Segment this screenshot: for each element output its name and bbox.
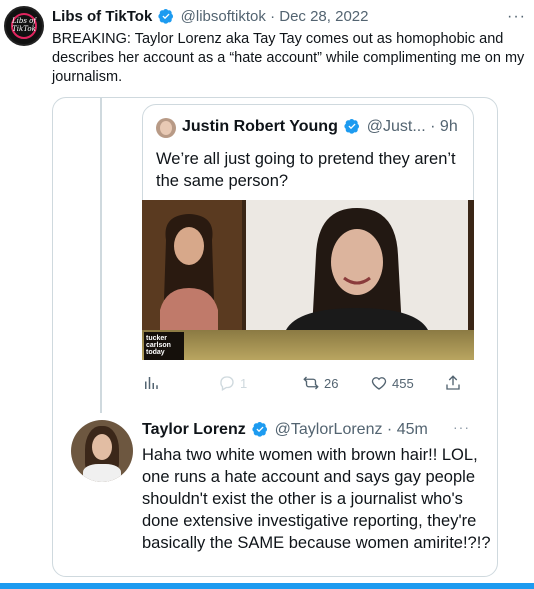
reply-time[interactable]: 45m: [397, 421, 428, 438]
reply-more-options-icon[interactable]: ···: [453, 419, 470, 435]
avatar[interactable]: Libs of TikTok: [4, 6, 44, 46]
author-handle[interactable]: @libsoftiktok: [181, 8, 266, 25]
retweet-button[interactable]: 26: [302, 374, 338, 392]
analytics-icon: [145, 377, 158, 389]
heart-icon: [371, 377, 387, 390]
verified-badge-icon: [344, 119, 360, 134]
author-name[interactable]: Libs of TikTok: [52, 8, 152, 25]
reply-header: Taylor Lorenz @TaylorLorenz · 45m: [142, 421, 428, 439]
verified-badge-icon: [158, 9, 174, 24]
tweet-header: Libs of TikTok @libsoftiktok · Dec 28, 2…: [52, 8, 534, 28]
reply-author-handle[interactable]: @TaylorLorenz: [275, 421, 383, 438]
media-logo: tucker carlson today: [144, 332, 184, 360]
quoted-avatar-face: [160, 121, 172, 135]
retweet-icon: [303, 376, 319, 390]
quoted-avatar[interactable]: [156, 118, 176, 138]
tweet-text: BREAKING: Taylor Lorenz aka Tay Tay come…: [52, 31, 525, 85]
media-bottom-strip: [142, 330, 474, 360]
media-screen: [246, 200, 468, 330]
reply-text: Haha two white women with brown hair!! L…: [142, 446, 491, 552]
more-options-icon[interactable]: ···: [507, 8, 526, 26]
media-person-left: [160, 214, 218, 340]
avatar-logo-text: Libs of TikTok: [12, 17, 36, 33]
quoted-author-name[interactable]: Justin Robert Young: [182, 118, 338, 135]
reply-author-name[interactable]: Taylor Lorenz: [142, 421, 246, 438]
reply-button[interactable]: 1: [218, 374, 247, 392]
reply-avatar[interactable]: [71, 420, 133, 482]
quoted-time[interactable]: 9h: [440, 118, 458, 135]
separator: ·: [270, 8, 276, 25]
verified-badge-icon: [252, 422, 268, 437]
quoted-action-bar: 1 26 455: [142, 374, 474, 394]
quoted-author-handle[interactable]: @Just...: [367, 118, 426, 135]
share-button[interactable]: [444, 374, 462, 392]
media-person-right: [246, 200, 468, 330]
separator: ·: [386, 421, 393, 438]
tweet-date[interactable]: Dec 28, 2022: [279, 8, 368, 25]
quoted-header: Justin Robert Young @Just... · 9h: [182, 118, 458, 136]
reply-avatar-shirt: [83, 464, 121, 482]
quoted-media-image[interactable]: tucker carlson today: [142, 200, 474, 360]
accent-bar: [0, 583, 534, 589]
tweet[interactable]: Libs of TikTok Libs of TikTok @libsoftik…: [0, 0, 534, 589]
reply-avatar-face: [92, 434, 112, 460]
quoted-text: We’re all just going to pretend they are…: [156, 150, 456, 190]
retweet-count: 26: [324, 375, 339, 391]
thread-line: [100, 97, 102, 413]
separator: ·: [430, 118, 436, 135]
reply-count: 1: [240, 375, 248, 391]
like-count: 455: [392, 375, 414, 391]
reply-icon: [220, 376, 234, 391]
like-button[interactable]: 455: [370, 374, 414, 392]
analytics-button[interactable]: [142, 374, 160, 392]
share-icon: [446, 375, 460, 390]
